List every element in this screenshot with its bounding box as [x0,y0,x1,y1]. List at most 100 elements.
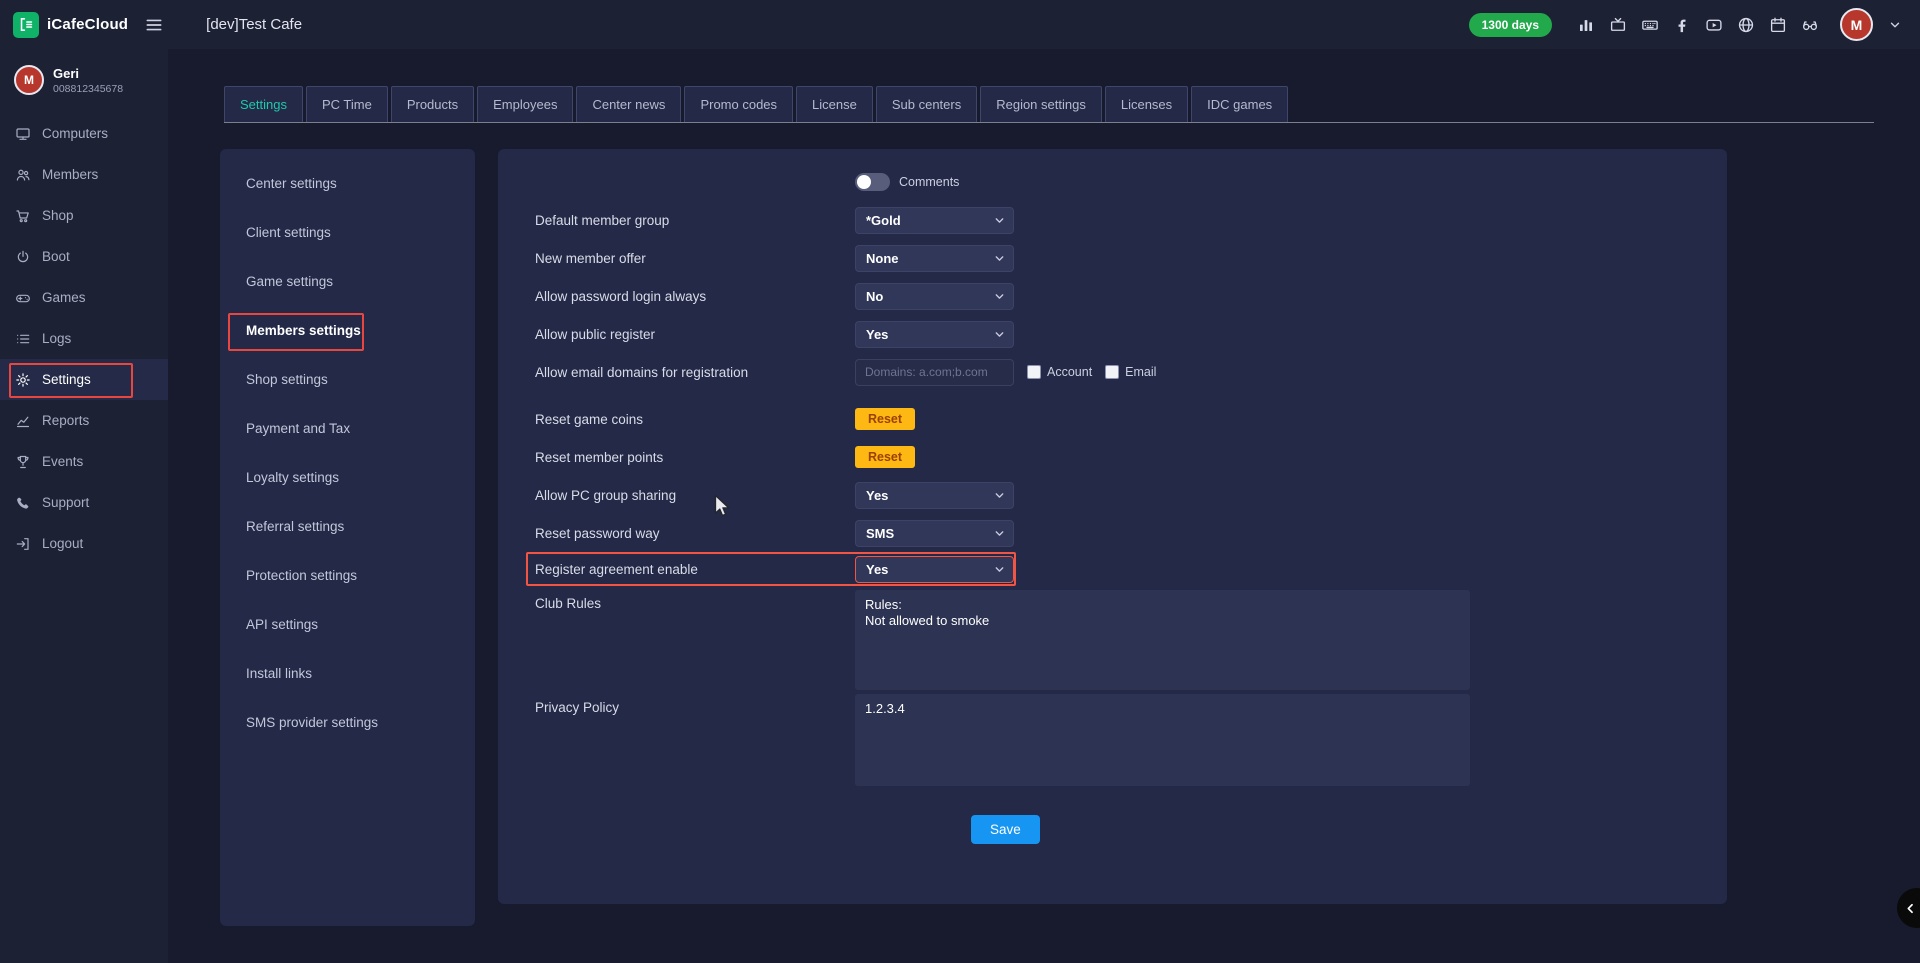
sidebar-item-games[interactable]: Games [0,277,168,318]
sidebar-item-label: Logout [42,536,83,551]
sidebar-item-label: Logs [42,331,71,346]
tab-pc-time[interactable]: PC Time [306,86,388,122]
calendar-icon[interactable] [1769,16,1787,34]
select-value: Yes [866,488,888,503]
chevron-down-icon [994,215,1005,226]
new-member-offer-select[interactable]: None [855,245,1014,272]
tv-icon[interactable] [1609,16,1627,34]
games-icon [15,290,31,306]
sidebar-item-boot[interactable]: Boot [0,236,168,277]
settings-nav-members-settings[interactable]: Members settings [220,306,475,355]
stats-icon[interactable] [1577,16,1595,34]
sidebar-item-shop[interactable]: Shop [0,195,168,236]
sidebar-item-settings[interactable]: Settings [0,359,168,400]
settings-nav-client-settings[interactable]: Client settings [220,208,475,257]
chevron-down-icon [994,329,1005,340]
chevron-down-icon [994,291,1005,302]
avatar: M [14,65,44,95]
sidebar-item-label: Computers [42,126,108,141]
email-domains-input[interactable] [855,359,1014,386]
privacy-policy-textarea[interactable]: 1.2.3.4 [855,694,1470,786]
account-checkbox[interactable] [1027,365,1041,379]
settings-nav-loyalty-settings[interactable]: Loyalty settings [220,453,475,502]
form-row: Reset member points Reset [535,438,1727,476]
tab-sub-centers[interactable]: Sub centers [876,86,977,122]
settings-nav-protection-settings[interactable]: Protection settings [220,551,475,600]
youtube-icon[interactable] [1705,16,1723,34]
settings-nav-referral-settings[interactable]: Referral settings [220,502,475,551]
chevron-down-icon[interactable] [1888,18,1902,32]
sidebar-item-support[interactable]: Support [0,482,168,523]
sidebar-item-events[interactable]: Events [0,441,168,482]
user-avatar[interactable]: M [1840,8,1873,41]
reset-password-way-select[interactable]: SMS [855,520,1014,547]
tab-idc-games[interactable]: IDC games [1191,86,1288,122]
comments-toggle[interactable] [855,173,890,191]
select-value: No [866,289,883,304]
shop-icon [15,208,31,224]
default-member-group-select[interactable]: *Gold [855,207,1014,234]
sidebar-item-label: Members [42,167,98,182]
settings-nav-sms-provider-settings[interactable]: SMS provider settings [220,698,475,747]
support-icon [15,495,31,511]
email-checkbox[interactable] [1105,365,1119,379]
save-button[interactable]: Save [971,815,1040,844]
sidebar-item-computers[interactable]: Computers [0,113,168,154]
field-label: Club Rules [535,590,855,611]
form-row: Reset game coins Reset [535,400,1727,438]
form-row: Allow password login always No [535,277,1727,315]
field-label: Register agreement enable [535,562,855,577]
sidebar-item-logs[interactable]: Logs [0,318,168,359]
allow-public-register-select[interactable]: Yes [855,321,1014,348]
tab-employees[interactable]: Employees [477,86,573,122]
tab-licenses[interactable]: Licenses [1105,86,1188,122]
chevron-down-icon [994,490,1005,501]
reset-member-points-button[interactable]: Reset [855,446,915,468]
sidebar-item-label: Boot [42,249,70,264]
allow-password-login-select[interactable]: No [855,283,1014,310]
settings-nav-install-links[interactable]: Install links [220,649,475,698]
sidebar-item-members[interactable]: Members [0,154,168,195]
select-value: Yes [866,562,888,577]
account-checkbox-wrap[interactable]: Account [1027,365,1092,379]
email-checkbox-wrap[interactable]: Email [1105,365,1156,379]
settings-nav-shop-settings[interactable]: Shop settings [220,355,475,404]
tab-settings[interactable]: Settings [224,86,303,122]
sidebar-menu: Computers Members Shop Boot Games Logs Setting… [0,113,168,564]
settings-nav-payment-and-tax[interactable]: Payment and Tax [220,404,475,453]
chevron-down-icon [994,528,1005,539]
allow-pc-group-sharing-select[interactable]: Yes [855,482,1014,509]
reset-game-coins-button[interactable]: Reset [855,408,915,430]
tab-region-settings[interactable]: Region settings [980,86,1102,122]
tab-promo-codes[interactable]: Promo codes [684,86,793,122]
tab-products[interactable]: Products [391,86,474,122]
sidebar-item-logout[interactable]: Logout [0,523,168,564]
select-value: *Gold [866,213,901,228]
settings-nav-center-settings[interactable]: Center settings [220,159,475,208]
checkbox-label: Account [1047,365,1092,379]
settings-nav-api-settings[interactable]: API settings [220,600,475,649]
hamburger-icon[interactable] [144,15,164,35]
club-rules-textarea[interactable]: Rules: Not allowed to smoke [855,590,1470,690]
sidebar-item-reports[interactable]: Reports [0,400,168,441]
sidebar-user-card[interactable]: M Geri 008812345678 [0,49,168,105]
settings-nav-game-settings[interactable]: Game settings [220,257,475,306]
form-row: Allow email domains for registration Acc… [535,353,1727,391]
field-label: Reset password way [535,526,855,541]
members-settings-form: Comments Default member group *Gold New … [498,149,1727,904]
facebook-icon[interactable] [1673,16,1691,34]
field-label: Reset game coins [535,412,855,427]
topbar: iCafeCloud [dev]Test Cafe 1300 days M [0,0,1920,49]
globe-icon[interactable] [1737,16,1755,34]
form-row: Reset password way SMS [535,514,1727,552]
keyboard-icon[interactable] [1641,16,1659,34]
cafe-title: [dev]Test Cafe [206,16,302,33]
tab-center-news[interactable]: Center news [576,86,681,122]
tab-license[interactable]: License [796,86,873,122]
field-label: New member offer [535,251,855,266]
form-row: Default member group *Gold [535,201,1727,239]
user-id: 008812345678 [53,83,123,95]
register-agreement-enable-select[interactable]: Yes [855,556,1014,583]
glasses-icon[interactable] [1801,16,1819,34]
app-logo[interactable]: iCafeCloud [0,12,128,38]
